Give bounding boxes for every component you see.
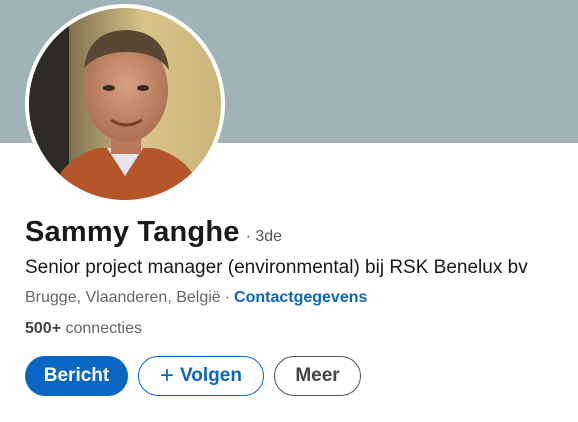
- avatar[interactable]: [29, 8, 221, 200]
- more-button[interactable]: Meer: [274, 356, 361, 396]
- more-button-label: Meer: [295, 365, 340, 386]
- separator: ·: [224, 289, 231, 306]
- plus-icon: +: [160, 362, 175, 389]
- follow-button-label: Volgen: [180, 365, 242, 386]
- connections-count: 500+: [25, 320, 62, 337]
- profile-headline: Senior project manager (environmental) b…: [25, 257, 528, 278]
- message-button-label: Bericht: [43, 365, 110, 386]
- name-row: Sammy Tanghe · 3de: [25, 216, 282, 249]
- connection-degree: · 3de: [245, 228, 283, 245]
- profile-name: Sammy Tanghe: [25, 216, 240, 248]
- follow-button[interactable]: + Volgen: [138, 356, 264, 396]
- message-button[interactable]: Bericht: [25, 356, 128, 396]
- connections-label: connecties: [65, 320, 143, 337]
- contact-info-link[interactable]: Contactgegevens: [234, 289, 367, 307]
- connections-row[interactable]: 500+ connecties: [25, 320, 142, 338]
- location-row: Brugge, Vlaanderen, België · Contactgege…: [25, 289, 367, 307]
- avatar-frame[interactable]: [25, 4, 225, 204]
- location-text: Brugge, Vlaanderen, België: [25, 289, 221, 306]
